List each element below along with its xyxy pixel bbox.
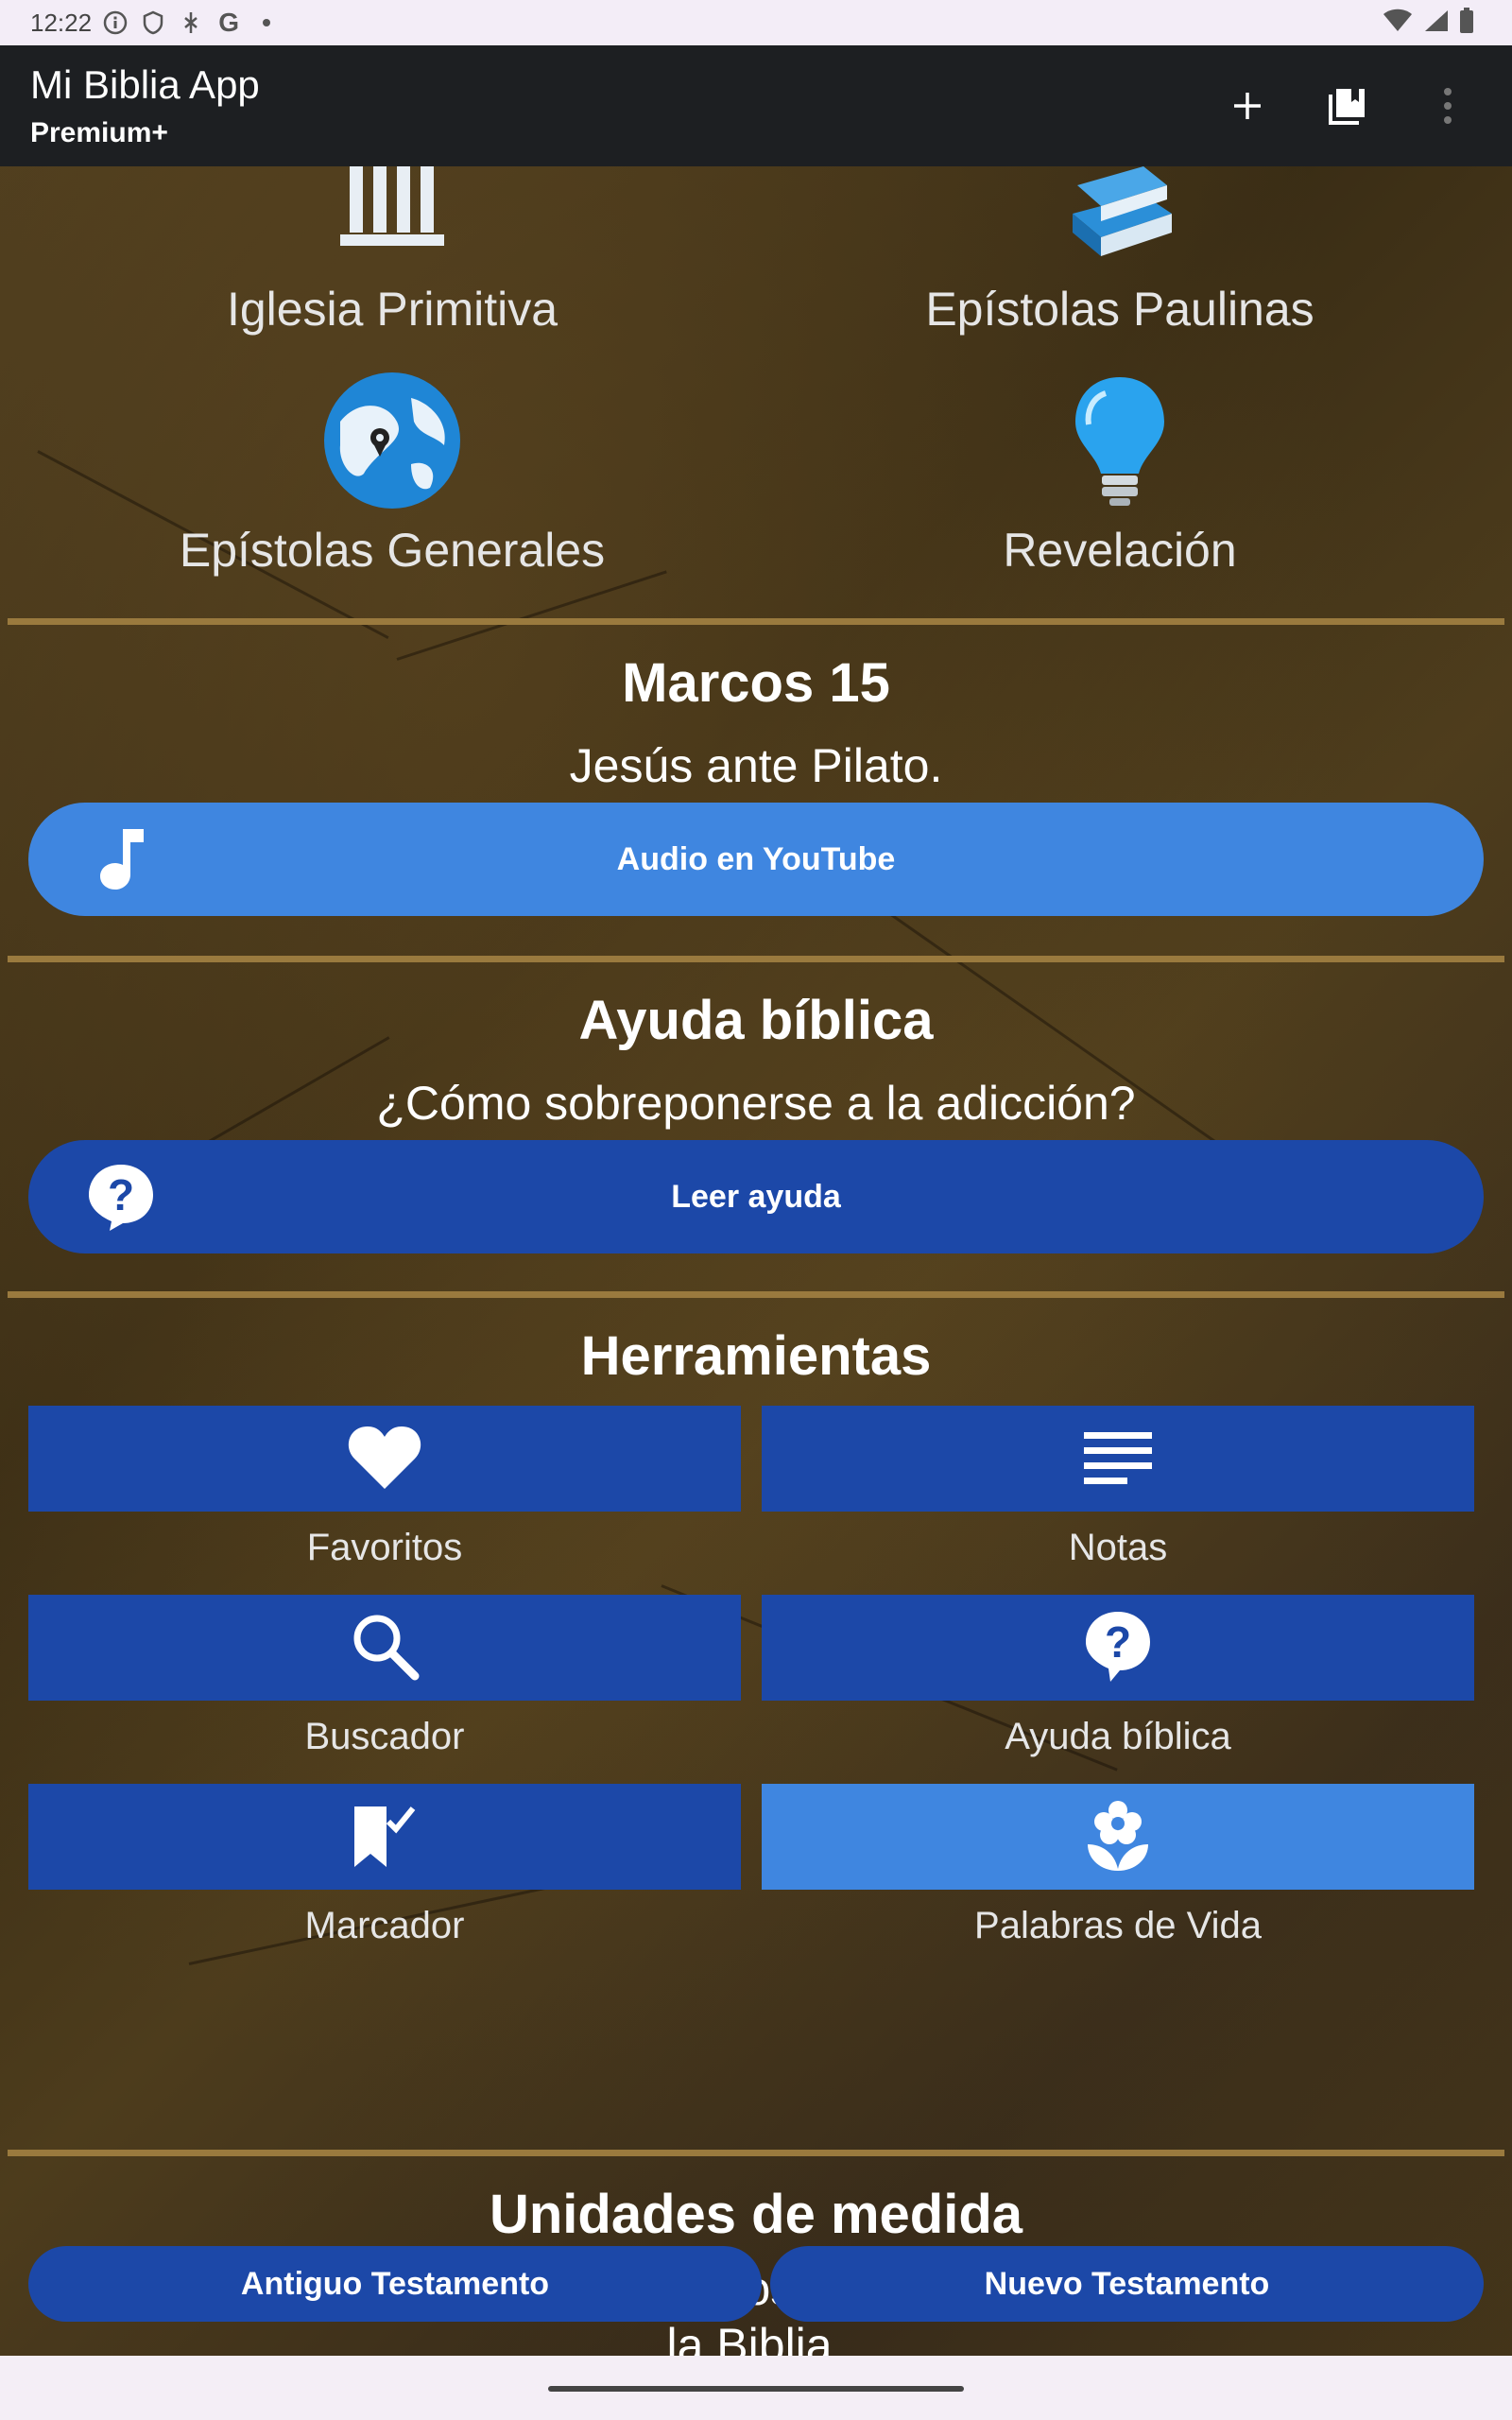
tool-button[interactable] bbox=[28, 1595, 741, 1701]
library-icon[interactable] bbox=[1321, 79, 1374, 132]
new-testament-button[interactable]: Nuevo Testamento bbox=[770, 2246, 1484, 2322]
flower-icon bbox=[1082, 1797, 1154, 1877]
book-item-epistolas-generales[interactable]: Epístolas Generales bbox=[43, 370, 742, 578]
help-circle-icon: ? bbox=[85, 1161, 157, 1233]
book-item-revelacion[interactable]: Revelación bbox=[770, 370, 1469, 578]
navigation-bar bbox=[0, 2356, 1512, 2420]
app-subtitle: Premium+ bbox=[30, 117, 168, 148]
help-section: Ayuda bíblica ¿Cómo sobreponerse a la ad… bbox=[8, 956, 1504, 1296]
book-label: Epístolas Paulinas bbox=[925, 283, 1314, 336]
lightbulb-icon bbox=[1049, 370, 1191, 511]
tool-label: Ayuda bíblica bbox=[1005, 1716, 1231, 1757]
dot-icon bbox=[254, 10, 279, 35]
chapter-subtitle: Jesús ante Pilato. bbox=[569, 739, 943, 792]
tool-marcador[interactable]: Marcador bbox=[28, 1784, 741, 1947]
signal-icon bbox=[1423, 9, 1448, 40]
tool-label: Marcador bbox=[304, 1905, 465, 1946]
shield-icon bbox=[141, 10, 165, 35]
heart-icon bbox=[347, 1423, 422, 1495]
notes-icon bbox=[1082, 1428, 1154, 1490]
book-label: Epístolas Generales bbox=[179, 524, 606, 577]
wifi-icon bbox=[1383, 9, 1412, 40]
main-content[interactable]: Iglesia Primitiva Epístolas Paulinas Epí… bbox=[0, 166, 1512, 2356]
tool-label: Palabras de Vida bbox=[974, 1905, 1262, 1946]
read-help-label: Leer ayuda bbox=[671, 1178, 841, 1215]
tools-section: Herramientas Favoritos Notas Buscador ? … bbox=[8, 1291, 1504, 2166]
svg-text:?: ? bbox=[1105, 1617, 1131, 1667]
tool-notas[interactable]: Notas bbox=[762, 1406, 1474, 1569]
tool-buscador[interactable]: Buscador bbox=[28, 1595, 741, 1758]
tool-label: Buscador bbox=[304, 1716, 465, 1757]
tool-favoritos[interactable]: Favoritos bbox=[28, 1406, 741, 1569]
book-item-epistolas-paulinas[interactable]: Epístolas Paulinas bbox=[770, 166, 1469, 337]
globe-icon bbox=[321, 370, 463, 511]
tool-ayuda-biblica[interactable]: ? Ayuda bíblica bbox=[762, 1595, 1474, 1758]
bookmark-icon bbox=[349, 1799, 421, 1876]
help-title: Ayuda bíblica bbox=[578, 990, 934, 1051]
tools-title: Herramientas bbox=[580, 1325, 932, 1387]
help-subtitle: ¿Cómo sobreponerse a la adicción? bbox=[376, 1077, 1136, 1130]
app-title: Mi Biblia App bbox=[30, 62, 260, 107]
columns-icon bbox=[321, 166, 463, 270]
tool-button[interactable] bbox=[762, 1784, 1474, 1890]
more-vert-icon[interactable] bbox=[1421, 79, 1474, 132]
google-icon: G bbox=[218, 8, 239, 37]
read-help-button[interactable]: ? Leer ayuda bbox=[28, 1140, 1484, 1253]
old-testament-button[interactable]: Antiguo Testamento bbox=[28, 2246, 762, 2322]
status-time: 12:22 bbox=[30, 8, 93, 37]
battery-icon bbox=[1459, 8, 1474, 41]
books-icon bbox=[1049, 166, 1191, 270]
tool-button[interactable] bbox=[28, 1784, 741, 1890]
chapter-title: Marcos 15 bbox=[622, 652, 890, 714]
tool-button[interactable] bbox=[28, 1406, 741, 1512]
search-icon bbox=[349, 1610, 421, 1686]
home-gesture-handle[interactable] bbox=[548, 2386, 964, 2392]
svg-text:?: ? bbox=[108, 1170, 134, 1219]
add-icon[interactable] bbox=[1221, 79, 1274, 132]
tool-label: Notas bbox=[1068, 1527, 1168, 1568]
music-note-icon bbox=[85, 823, 157, 895]
nfc-icon bbox=[179, 10, 203, 35]
audio-youtube-label: Audio en YouTube bbox=[616, 840, 896, 877]
book-label: Revelación bbox=[1003, 524, 1237, 577]
tool-button[interactable] bbox=[762, 1406, 1474, 1512]
status-bar: 12:22 G bbox=[0, 0, 1512, 45]
chapter-section: Marcos 15 Jesús ante Pilato. Audio en Yo… bbox=[8, 618, 1504, 963]
units-title: Unidades de medida bbox=[489, 2184, 1023, 2245]
help-icon: ? bbox=[1082, 1608, 1154, 1688]
book-item-iglesia-primitiva[interactable]: Iglesia Primitiva bbox=[43, 166, 742, 337]
book-label: Iglesia Primitiva bbox=[226, 283, 558, 336]
tool-button[interactable]: ? bbox=[762, 1595, 1474, 1701]
info-icon bbox=[103, 10, 128, 35]
app-bar: Mi Biblia App Premium+ bbox=[0, 45, 1512, 166]
audio-youtube-button[interactable]: Audio en YouTube bbox=[28, 803, 1484, 916]
tool-palabras-de-vida[interactable]: Palabras de Vida bbox=[762, 1784, 1474, 1947]
tool-label: Favoritos bbox=[306, 1527, 463, 1568]
